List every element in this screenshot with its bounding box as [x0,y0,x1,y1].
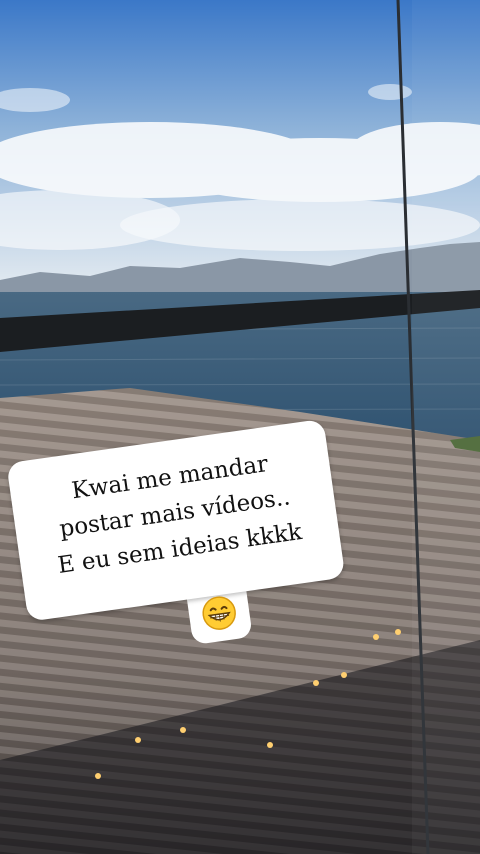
grinning-face-icon [202,596,236,630]
balcony-sea-view-photo [0,0,480,854]
photo-scene: Kwai me mandar postar mais vídeos.. E eu… [0,0,480,854]
caption-sticker: Kwai me mandar postar mais vídeos.. E eu… [6,418,354,681]
